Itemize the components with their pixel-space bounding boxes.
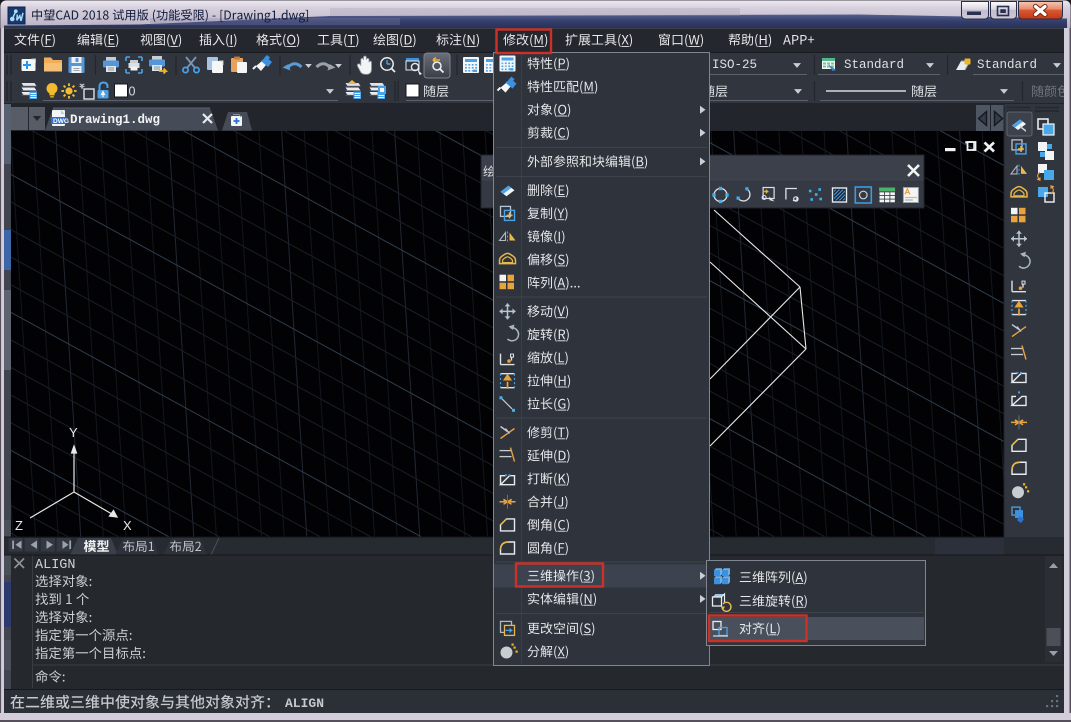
svg-text:ALIGN: ALIGN: [285, 696, 324, 711]
svg-text:DWG: DWG: [53, 118, 69, 125]
svg-text:Z: Z: [15, 518, 23, 533]
svg-text:0: 0: [129, 85, 136, 99]
svg-text:Standard: Standard: [977, 58, 1037, 72]
svg-text:Y: Y: [69, 425, 78, 440]
svg-text:ISO-25: ISO-25: [712, 58, 757, 72]
svg-text:Standard: Standard: [844, 58, 904, 72]
svg-text:ALIGN: ALIGN: [35, 558, 76, 573]
svg-text:Drawing1.dwg: Drawing1.dwg: [70, 113, 160, 127]
svg-text:X: X: [123, 518, 132, 533]
